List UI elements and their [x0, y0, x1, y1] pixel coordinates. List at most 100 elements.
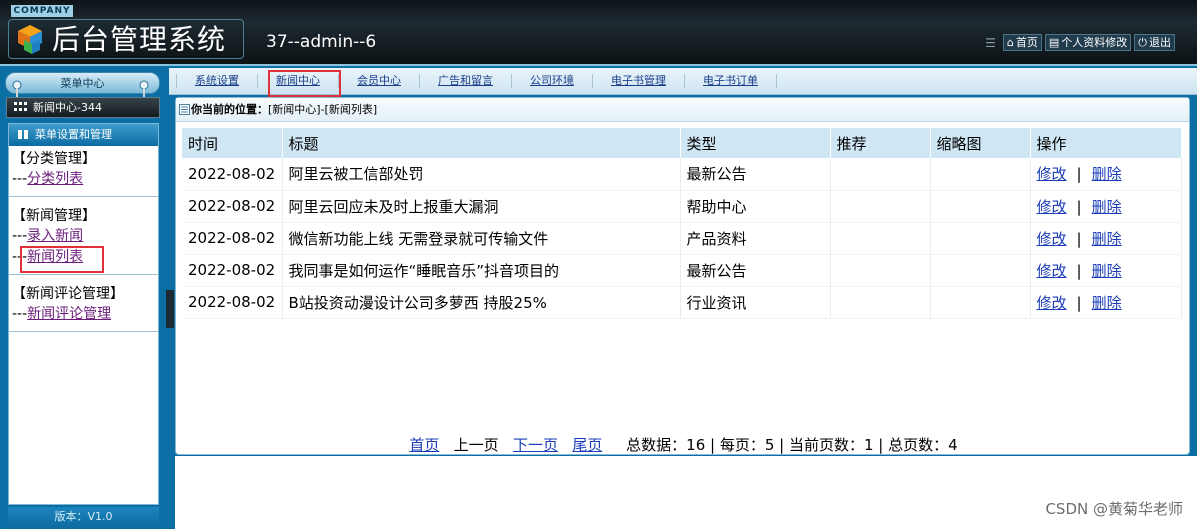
tab-company-environment[interactable]: 公司环境 — [512, 74, 593, 88]
cell-title: 微信新功能上线 无需登录就可传输文件 — [282, 222, 681, 255]
cell-title: 我同事是如何运作“睡眠音乐”抖音项目的 — [282, 254, 681, 287]
next-page-link[interactable]: 下一页 — [513, 436, 558, 454]
cell-title: 阿里云回应未及时上报重大漏洞 — [282, 190, 681, 223]
cell-thumbnail — [930, 158, 1031, 191]
tab-member-center[interactable]: 会员中心 — [339, 74, 420, 88]
tab-ebook-management[interactable]: 电子书管理 — [593, 74, 685, 88]
version-label: 版本：V1.0 — [8, 507, 159, 529]
breadcrumb-path: [新闻中心]-[新闻列表] — [268, 103, 378, 116]
edit-link[interactable]: 修改 — [1037, 294, 1067, 312]
news-comments-link[interactable]: 新闻评论管理 — [27, 306, 111, 322]
edit-link[interactable]: 修改 — [1037, 165, 1067, 183]
cell-type: 帮助中心 — [680, 190, 831, 223]
tab-ads-messages[interactable]: 广告和留言 — [420, 74, 512, 88]
breadcrumb: 你当前的位置：[新闻中心]-[新闻列表] — [176, 98, 1189, 122]
delete-link[interactable]: 删除 — [1092, 262, 1122, 280]
table-row: 2022-08-02 B站投资动漫设计公司多萝西 持股25% 行业资讯 修改 | 删… — [182, 286, 1182, 319]
cell-time: 2022-08-02 — [182, 286, 283, 319]
logout-link[interactable]: ⏻ 退出 — [1134, 34, 1175, 51]
pin-icon — [12, 80, 22, 98]
menu-link-row: ---新闻评论管理 — [12, 306, 112, 322]
column-header: 推荐 — [830, 128, 931, 158]
cell-time: 2022-08-02 — [182, 190, 283, 223]
profile-link[interactable]: ▤ 个人资料修改 — [1044, 34, 1132, 51]
pagination: 首页 上一页 下一页 尾页 总数据：16 | 每页：5 | 当前页数：1 | 总… — [176, 434, 1191, 455]
cell-time: 2022-08-02 — [182, 222, 283, 255]
menu-group-comments: 【新闻评论管理】 ---新闻评论管理 — [9, 275, 158, 332]
list-icon — [179, 104, 190, 115]
table-row: 2022-08-02 我同事是如何运作“睡眠音乐”抖音项目的 最新公告 修改 | 删… — [182, 254, 1182, 287]
app-header: COMPANY 后台管理系统 37--admin--6 ☰ ⌂ 首页 ▤ 个人资料修… — [0, 0, 1197, 66]
profile-icon: ▤ — [1048, 36, 1060, 49]
tab-system-settings[interactable]: 系统设置 — [176, 74, 258, 88]
sidebar-menu-panel: 菜单设置和管理 【分类管理】 ---分类列表 【新闻管理】 ---录入新闻 --… — [8, 123, 159, 505]
group-title: 【分类管理】 — [12, 151, 96, 167]
group-title: 【新闻评论管理】 — [12, 286, 124, 302]
cell-actions: 修改 | 删除 — [1030, 190, 1182, 223]
cell-title: 阿里云被工信部处罚 — [282, 158, 681, 191]
column-header: 标题 — [282, 128, 681, 158]
delete-link[interactable]: 删除 — [1092, 165, 1122, 183]
user-info: 37--admin--6 — [266, 32, 377, 52]
table-header-row: 时间 标题 类型 推荐 缩略图 操作 — [182, 128, 1182, 158]
prev-page-label: 上一页 — [453, 436, 499, 454]
category-list-link[interactable]: 分类列表 — [27, 171, 83, 187]
pin-icon — [139, 80, 149, 98]
cell-type: 最新公告 — [680, 158, 831, 191]
cubes-logo-icon — [18, 25, 42, 54]
cell-type: 最新公告 — [680, 254, 831, 287]
menu-group-category: 【分类管理】 ---分类列表 — [9, 146, 158, 197]
group-title: 【新闻管理】 — [12, 208, 96, 224]
delete-link[interactable]: 删除 — [1092, 230, 1122, 248]
menu-lines-icon: ☰ — [985, 35, 996, 50]
cell-thumbnail — [930, 222, 1031, 255]
home-link[interactable]: ⌂ 首页 — [1002, 34, 1042, 51]
cell-time: 2022-08-02 — [182, 158, 283, 191]
cell-actions: 修改 | 删除 — [1030, 222, 1182, 255]
cell-recommend — [830, 286, 931, 319]
current-module[interactable]: 新闻中心-344 — [6, 97, 160, 118]
cell-type: 产品资料 — [680, 222, 831, 255]
column-header: 缩略图 — [930, 128, 1031, 158]
company-badge: COMPANY — [11, 5, 73, 17]
watermark: CSDN @黄菊华老师 — [1045, 500, 1183, 518]
edit-link[interactable]: 修改 — [1037, 262, 1067, 280]
book-icon — [18, 130, 28, 139]
breadcrumb-label: 你当前的位置： — [191, 103, 268, 116]
table-row: 2022-08-02 微信新功能上线 无需登录就可传输文件 产品资料 修改 | 删除 — [182, 222, 1182, 255]
main-content: 你当前的位置：[新闻中心]-[新闻列表] 时间 标题 类型 推荐 缩略图 操作 … — [175, 97, 1190, 455]
cell-recommend — [830, 254, 931, 287]
bottom-area — [175, 456, 1197, 529]
system-title: 后台管理系统 — [52, 23, 227, 56]
highlight-box-sidebar — [20, 246, 104, 273]
last-page-link[interactable]: 尾页 — [572, 436, 602, 454]
tab-ebook-orders[interactable]: 电子书订单 — [685, 74, 777, 88]
cell-type: 行业资讯 — [680, 286, 831, 319]
edit-link[interactable]: 修改 — [1037, 230, 1067, 248]
news-table: 时间 标题 类型 推荐 缩略图 操作 2022-08-02 阿里云被工信部处罚 … — [182, 128, 1182, 319]
first-page-link[interactable]: 首页 — [409, 436, 439, 454]
sidebar-toggle[interactable] — [166, 290, 174, 328]
column-header: 类型 — [680, 128, 831, 158]
highlight-box-tab — [268, 70, 341, 97]
cell-actions: 修改 | 删除 — [1030, 286, 1182, 319]
table-row: 2022-08-02 阿里云回应未及时上报重大漏洞 帮助中心 修改 | 删除 — [182, 190, 1182, 223]
menu-link-row: ---分类列表 — [12, 171, 84, 187]
delete-link[interactable]: 删除 — [1092, 294, 1122, 312]
cell-time: 2022-08-02 — [182, 254, 283, 287]
add-news-link[interactable]: 录入新闻 — [27, 228, 83, 244]
cell-thumbnail — [930, 286, 1031, 319]
cell-thumbnail — [930, 254, 1031, 287]
edit-link[interactable]: 修改 — [1037, 198, 1067, 216]
cell-actions: 修改 | 删除 — [1030, 158, 1182, 191]
current-module-label: 新闻中心-344 — [33, 101, 102, 114]
menu-link-row: ---录入新闻 — [12, 228, 84, 244]
delete-link[interactable]: 删除 — [1092, 198, 1122, 216]
top-links: ☰ ⌂ 首页 ▤ 个人资料修改 ⏻ 退出 — [985, 34, 1175, 51]
power-icon: ⏻ — [1138, 36, 1147, 49]
column-header: 操作 — [1030, 128, 1182, 158]
menu-center-header: 菜单中心 — [5, 72, 160, 94]
menu-section-header: 菜单设置和管理 — [9, 124, 158, 146]
cell-recommend — [830, 158, 931, 191]
cell-title: B站投资动漫设计公司多萝西 持股25% — [282, 286, 681, 319]
